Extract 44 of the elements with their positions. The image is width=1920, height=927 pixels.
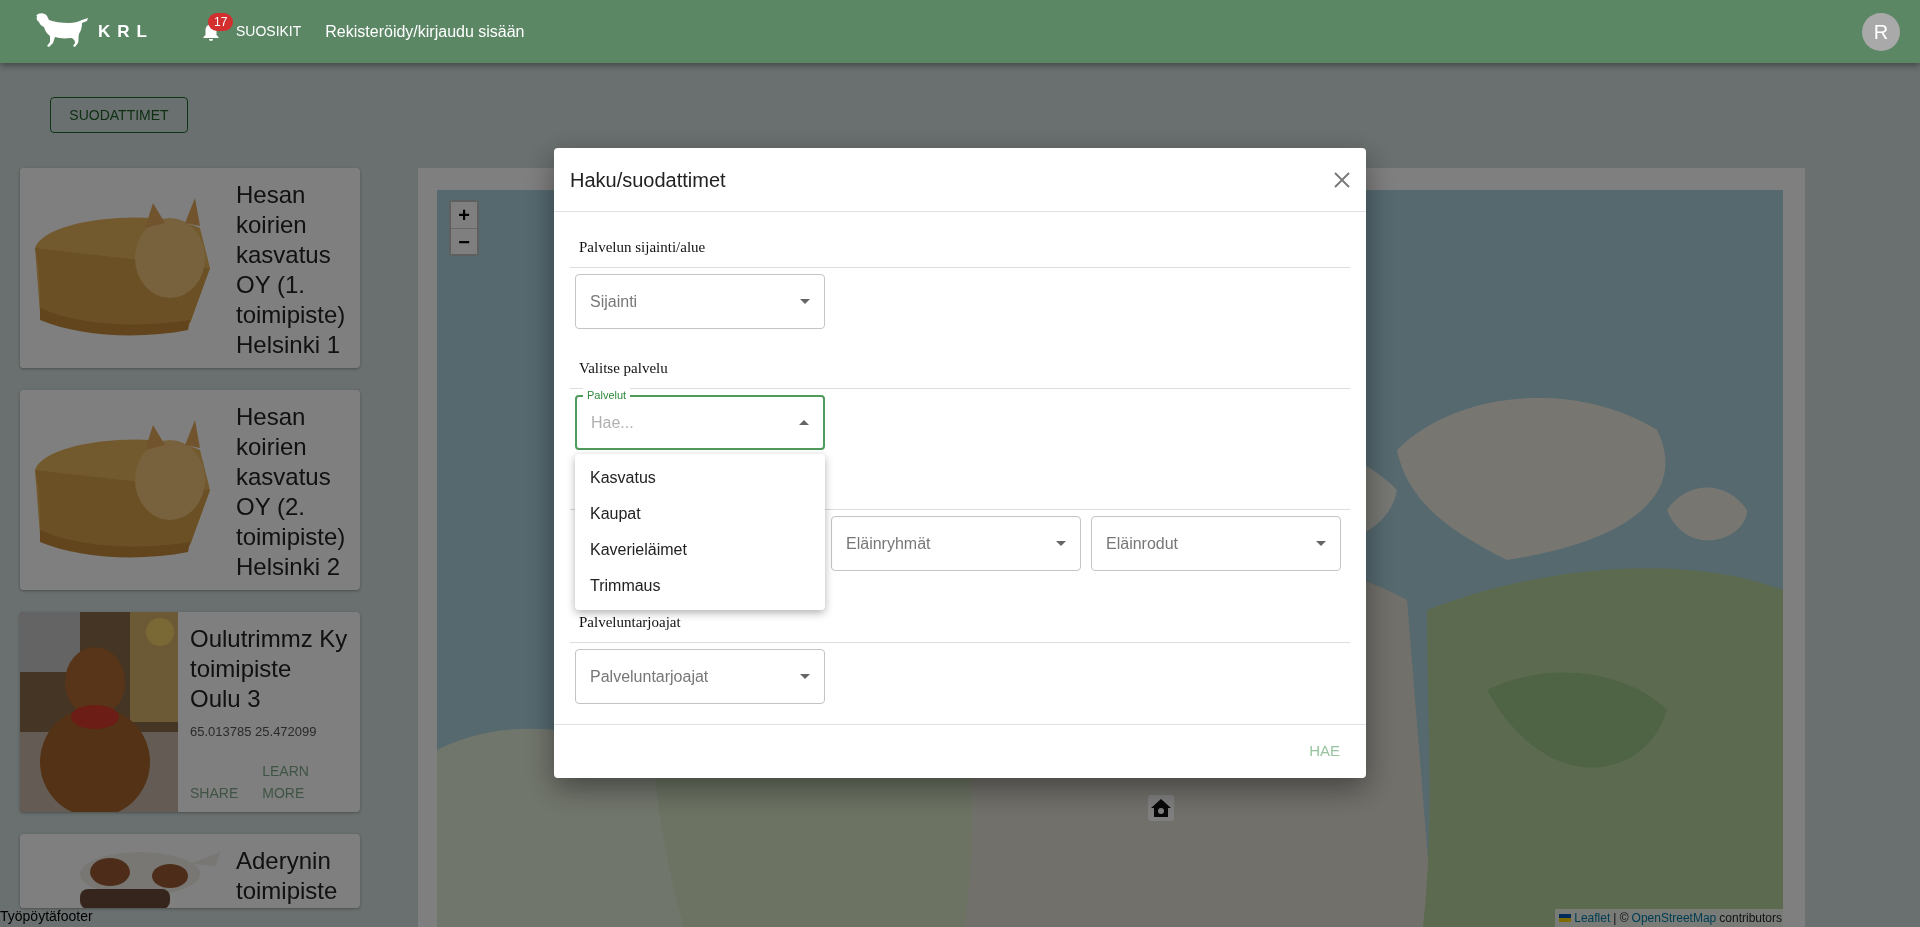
- footer-text: Työpöytäfooter: [0, 907, 93, 926]
- placeholder-text: Hae...: [591, 412, 634, 433]
- favorites-link[interactable]: SUOSIKIT: [235, 21, 302, 42]
- card-title: Aderynin toimipiste: [236, 846, 339, 906]
- placeholder-text: Eläinryhmät: [846, 533, 931, 554]
- house-marker-icon[interactable]: [1148, 795, 1174, 823]
- placeholder-text: Eläinrodut: [1106, 533, 1179, 554]
- menu-option[interactable]: Kaupat: [575, 496, 825, 532]
- place-card[interactable]: Hesan koirien kasvatus OY (2. toimipiste) Helsinki 2: [20, 390, 360, 590]
- caret-icon: [800, 674, 810, 679]
- attribution-text: contributors: [1719, 910, 1782, 927]
- card-title: Hesan koirien kasvatus OY (1. toimipiste) Helsinki 1: [236, 180, 347, 360]
- placeholder-text: Palveluntarjoajat: [590, 666, 709, 687]
- menu-option[interactable]: Trimmaus: [575, 568, 825, 604]
- placeholder-text: Sijainti: [590, 291, 638, 312]
- caret-icon: [799, 420, 809, 425]
- field-label: Palvelut: [583, 388, 631, 402]
- user-avatar[interactable]: R: [1862, 12, 1900, 51]
- section-label: Palveluntarjoajat: [578, 613, 682, 632]
- logo-text: KRL: [98, 20, 154, 43]
- card-title: Hesan koirien kasvatus OY (2. toimipiste) Helsinki 2: [236, 402, 347, 582]
- menu-option[interactable]: Kaverieläimet: [575, 532, 825, 568]
- leaflet-link[interactable]: Leaflet: [1574, 909, 1611, 927]
- login-link[interactable]: Rekisteröidy/kirjaudu sisään: [325, 19, 525, 44]
- select-field[interactable]: Eläinryhmät: [831, 516, 1081, 571]
- flag-icon: [1559, 914, 1572, 922]
- menu-option[interactable]: Kasvatus: [575, 460, 825, 496]
- select-field[interactable]: Sijainti: [575, 274, 825, 329]
- select-field[interactable]: Eläinrodut: [1091, 516, 1341, 571]
- attribution-separator: | ©: [1613, 910, 1629, 927]
- card-title: Oulutrimmz Ky toimipiste Oulu 3: [190, 624, 348, 714]
- place-card[interactable]: Aderynin toimipiste: [20, 834, 360, 908]
- zoom-out-button[interactable]: −: [451, 228, 477, 254]
- caret-icon: [800, 299, 810, 304]
- coordinates-text: 65.013785 25.472099: [190, 723, 318, 741]
- filter-button[interactable]: SUODATTIMET: [50, 97, 188, 133]
- close-button[interactable]: [1334, 171, 1350, 188]
- section-label: Valitse palvelu: [578, 359, 669, 378]
- section-label: Palvelun sijainti/alue: [578, 238, 707, 257]
- select-field[interactable]: Palveluntarjoajat: [575, 649, 825, 704]
- notification-badge: 17: [207, 12, 234, 31]
- place-card[interactable]: Hesan koirien kasvatus OY (1. toimipiste) Helsinki 1: [20, 168, 360, 368]
- dialog-title: Haku/suodattimet: [570, 167, 726, 193]
- openstreetmap-link[interactable]: OpenStreetMap: [1631, 909, 1717, 927]
